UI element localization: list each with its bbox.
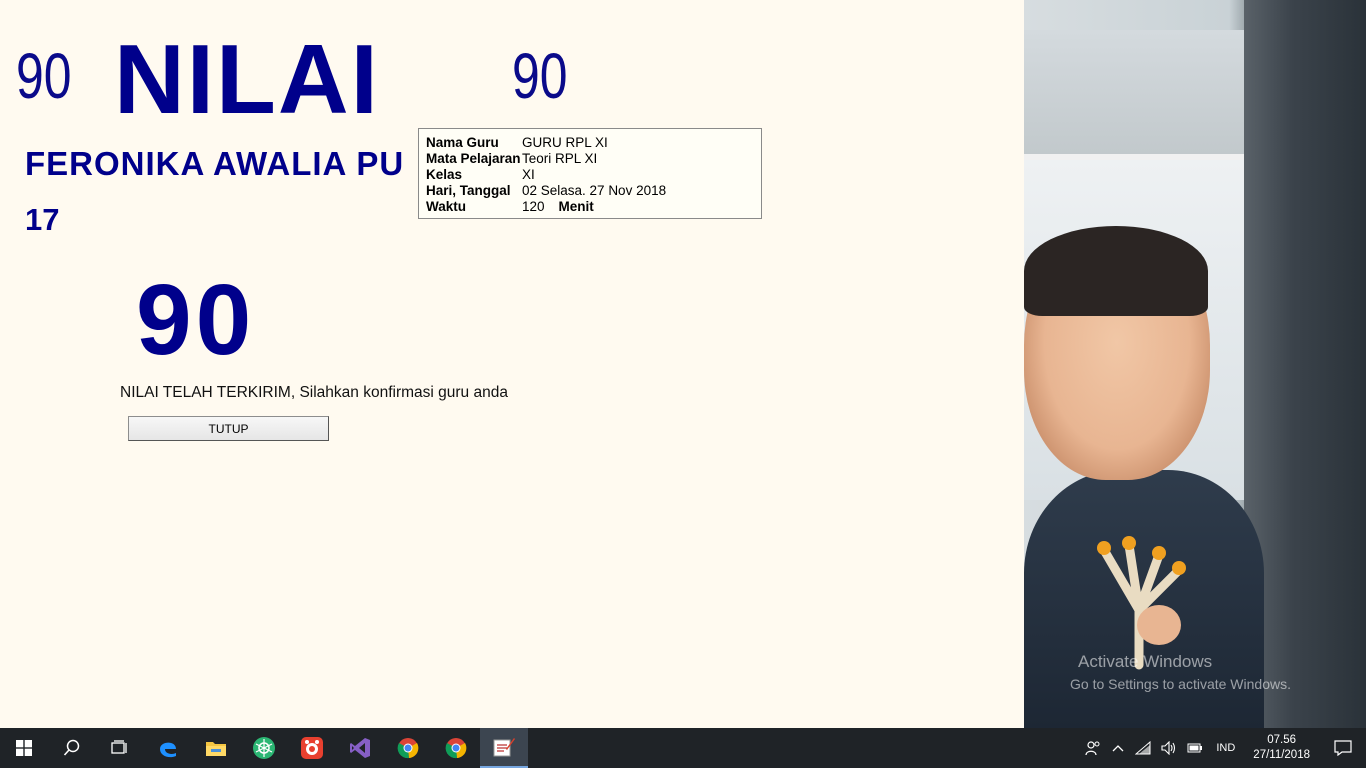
notification-icon [1334,740,1352,756]
windows-start-icon [16,740,32,756]
duration-value: 120 [522,199,545,214]
taskbar-visual-studio[interactable] [336,728,384,768]
watermark-subtitle: Go to Settings to activate Windows. [1070,676,1291,692]
score-right: 90 [512,40,568,112]
info-label: Nama Guru [426,135,499,150]
chrome-icon [445,738,467,759]
taskbar-chrome-2[interactable] [432,728,480,768]
info-row-duration: Waktu 120 Menit [426,199,754,215]
people-icon [1085,741,1100,756]
page-title: NILAI [114,24,380,134]
info-row-subject: Mata Pelajaran Teori RPL XI [426,151,754,167]
chevron-up-icon [1112,745,1124,752]
student-name: FERONIKA AWALIA PU [25,145,405,182]
speaker-icon [1161,741,1176,755]
info-label: Hari, Tanggal [426,183,511,198]
taskbar-chrome-1[interactable] [384,728,432,768]
taskbar-edge[interactable] [144,728,192,768]
wifi-icon [1135,741,1151,755]
exam-app-icon [493,738,515,757]
file-explorer-icon [206,742,226,756]
task-view-icon [111,740,127,754]
watermark-title: Activate Windows [1078,652,1213,671]
desktop-wallpaper [1024,0,1366,728]
volume-button[interactable] [1156,728,1182,768]
final-score: 90 [136,264,256,376]
close-button[interactable]: TUTUP [128,416,329,441]
info-label: Kelas [426,167,463,182]
battery-icon [1187,743,1203,753]
show-hidden-icons-button[interactable] [1106,728,1130,768]
info-value: 02 Selasa. 27 Nov 2018 [522,183,667,198]
action-center-button[interactable] [1320,728,1366,768]
network-button[interactable] [1130,728,1156,768]
exam-info-panel: Nama Guru GURU RPL XI Mata Pelajaran Teo… [418,128,762,219]
visual-studio-icon [350,738,370,758]
taskbar: IND 07.56 27/11/2018 [0,728,1366,768]
info-row-date: Hari, Tanggal 02 Selasa. 27 Nov 2018 [426,183,754,199]
task-view-button[interactable] [96,728,144,768]
activation-watermark: Activate Windows Go to Settings to activ… [1070,652,1291,692]
taskbar-red-app[interactable] [288,728,336,768]
info-label: Waktu [426,199,466,214]
score-left: 90 [16,40,72,112]
info-value: XI [522,167,535,182]
info-value: Teori RPL XI [522,151,598,166]
duration-unit: Menit [558,199,594,214]
clock-time: 07.56 [1267,734,1297,746]
search-icon [63,739,80,756]
green-app-icon [253,737,275,759]
info-label: Mata Pelajaran [426,151,521,166]
info-row-teacher: Nama Guru GURU RPL XI [426,135,754,151]
status-message: NILAI TELAH TERKIRIM, Silahkan konfirmas… [120,384,508,401]
language-indicator[interactable]: IND [1208,728,1243,768]
info-row-class: Kelas XI [426,167,754,183]
wallpaper-child-hair [1024,226,1208,316]
edge-icon [160,742,176,758]
student-number: 17 [25,202,60,237]
info-value: GURU RPL XI [522,135,608,150]
clock[interactable]: 07.56 27/11/2018 [1243,728,1320,768]
chrome-icon [397,738,419,759]
taskbar-exam-app[interactable] [480,728,528,768]
taskbar-green-app[interactable] [240,728,288,768]
clock-date: 27/11/2018 [1253,749,1310,761]
wallpaper-toy-icon [1097,536,1186,670]
search-button[interactable] [48,728,96,768]
red-app-icon [301,737,323,759]
start-button[interactable] [0,728,48,768]
system-tray: IND 07.56 27/11/2018 [1080,728,1366,768]
taskbar-file-explorer[interactable] [192,728,240,768]
exam-result-window: 90 NILAI 90 FERONIKA AWALIA PU 17 Nama G… [0,0,1024,728]
people-button[interactable] [1080,728,1106,768]
wallpaper-window-frame [1024,30,1256,160]
battery-button[interactable] [1182,728,1208,768]
